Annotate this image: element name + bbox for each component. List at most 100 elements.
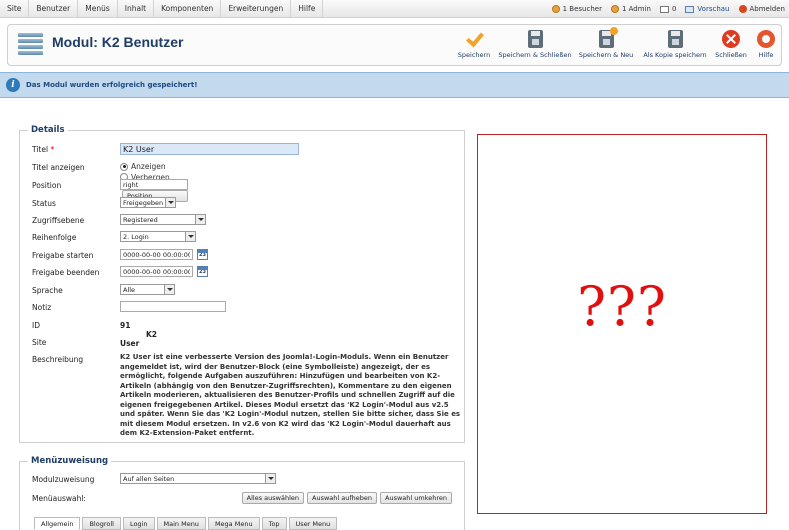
ordering-label: Reihenfolge — [32, 233, 77, 242]
floppy-plus-icon — [598, 27, 618, 48]
menu-extensions[interactable]: Erweiterungen — [221, 0, 292, 18]
status-label: Status — [32, 199, 56, 208]
preview-icon — [685, 5, 695, 13]
publish-up-input[interactable] — [120, 249, 193, 260]
menu-site[interactable]: Site — [0, 0, 30, 18]
status-select[interactable]: Freigegeben — [120, 197, 176, 208]
menu-help[interactable]: Hilfe — [291, 0, 324, 18]
save-button[interactable]: Speichern — [454, 30, 494, 62]
chevron-down-icon — [165, 198, 175, 207]
close-icon — [722, 30, 740, 48]
save-copy-button[interactable]: Als Kopie speichern — [640, 30, 710, 62]
menu-content[interactable]: Inhalt — [118, 0, 155, 18]
preview-label: Vorschau — [697, 5, 730, 13]
help-icon — [757, 30, 775, 48]
message-text: Das Modul wurden erfolgreich gespeichert… — [26, 81, 198, 89]
admins-status: 1 Admin — [610, 5, 651, 13]
help-label: Hilfe — [758, 51, 774, 59]
menu-assignment-legend: Menüzuweisung — [28, 456, 112, 466]
save-close-label: Speichern & Schließen — [498, 51, 572, 59]
note-input[interactable] — [120, 301, 226, 312]
top-menu-bar: Site Benutzer Menüs Inhalt Komponenten E… — [0, 0, 789, 18]
id-label: ID — [32, 321, 40, 330]
calendar-icon[interactable]: 23 — [197, 266, 208, 277]
description-row: Beschreibung K2 User ist eine verbessert… — [32, 353, 462, 437]
chevron-down-icon — [195, 215, 205, 224]
id-name: K2 User — [120, 330, 158, 348]
id-value: 91 — [120, 321, 131, 330]
admin-icon — [610, 5, 619, 13]
chevron-down-icon — [185, 232, 195, 241]
ordering-select[interactable]: 2. Login — [120, 231, 196, 242]
save-close-button[interactable]: Speichern & Schließen — [498, 30, 572, 62]
save-new-button[interactable]: Speichern & Neu — [578, 27, 634, 62]
tab-top[interactable]: Top — [261, 517, 287, 530]
check-icon — [465, 30, 483, 48]
floppy-copy-icon — [667, 30, 683, 48]
close-label: Schließen — [715, 51, 747, 59]
save-new-label: Speichern & Neu — [578, 51, 634, 59]
question-marks: ??? — [577, 275, 667, 338]
selection-buttons: Alles auswählen Auswahl aufheben Auswahl… — [241, 492, 452, 504]
menu-menus[interactable]: Menüs — [78, 0, 118, 18]
help-button[interactable]: Hilfe — [754, 30, 778, 62]
toolbar: Modul: K2 Benutzer Speichern Speichern &… — [7, 24, 782, 66]
menu-users[interactable]: Benutzer — [29, 0, 79, 18]
note-label: Notiz — [32, 303, 52, 312]
main-menu: Site Benutzer Menüs Inhalt Komponenten E… — [0, 0, 324, 18]
save-label: Speichern — [457, 51, 491, 59]
assignment-select[interactable]: Auf allen Seiten — [120, 473, 276, 484]
tab-mega-menu[interactable]: Mega Menu — [207, 517, 260, 530]
tab-allgemein[interactable]: Allgemein — [34, 517, 81, 530]
visitors-status: 1 Besucher — [551, 5, 602, 13]
title-label: Titel * — [32, 145, 55, 154]
publish-up-label: Freigabe starten — [32, 251, 94, 260]
tab-login[interactable]: Login — [122, 517, 155, 530]
description-text: K2 User ist eine verbesserte Version des… — [120, 353, 461, 437]
show-title-label: Titel anzeigen — [32, 163, 85, 172]
system-message: i Das Modul wurden erfolgreich gespeiche… — [0, 72, 789, 98]
admins-count: 1 Admin — [621, 5, 651, 13]
language-select[interactable]: Alle — [120, 284, 175, 295]
chevron-down-icon — [265, 474, 275, 483]
description-label: Beschreibung — [32, 355, 84, 364]
menu-components[interactable]: Komponenten — [154, 0, 222, 18]
access-label: Zugriffsebene — [32, 216, 85, 225]
preview-link[interactable]: Vorschau — [685, 5, 730, 13]
assignment-label: Modulzuweisung — [32, 475, 95, 484]
floppy-icon — [527, 30, 543, 48]
info-icon: i — [6, 78, 20, 92]
visitors-count: 1 Besucher — [562, 5, 602, 13]
title-input[interactable] — [120, 143, 299, 155]
tab-user-menu[interactable]: User Menu — [288, 517, 338, 530]
menu-tabs: Allgemein Blogroll Login Main Menu Mega … — [34, 517, 338, 530]
logout-icon — [738, 5, 747, 13]
site-label: Site — [32, 338, 47, 347]
menu-assignment-fieldset: Menüzuweisung Modulzuweisung Auf allen S… — [19, 456, 465, 530]
deselect-button[interactable]: Auswahl aufheben — [307, 492, 377, 504]
show-title-radio[interactable]: Anzeigen — [120, 162, 166, 171]
invert-selection-button[interactable]: Auswahl umkehren — [380, 492, 452, 504]
module-preview-box: ??? — [477, 134, 767, 514]
close-button[interactable]: Schließen — [714, 30, 748, 62]
visitor-icon — [551, 5, 560, 13]
logout-label: Abmelden — [749, 5, 786, 13]
mail-icon — [659, 5, 669, 13]
menu-selection-label: Menüauswahl: — [32, 494, 86, 503]
select-all-button[interactable]: Alles auswählen — [241, 492, 304, 504]
details-legend: Details — [28, 125, 68, 135]
details-fieldset: Details Titel * Titel anzeigen Anzeigen … — [19, 125, 465, 443]
messages-count: 0 — [671, 5, 677, 13]
logout-link[interactable]: Abmelden — [738, 5, 786, 13]
module-icon — [18, 33, 43, 57]
messages-status[interactable]: 0 — [659, 5, 677, 13]
publish-down-label: Freigabe beenden — [32, 268, 100, 277]
access-select[interactable]: Registered — [120, 214, 206, 225]
position-input[interactable] — [120, 179, 188, 190]
publish-down-input[interactable] — [120, 266, 193, 277]
position-label: Position — [32, 181, 62, 190]
tab-main-menu[interactable]: Main Menu — [156, 517, 206, 530]
calendar-icon[interactable]: 23 — [197, 249, 208, 260]
language-label: Sprache — [32, 286, 63, 295]
tab-blogroll[interactable]: Blogroll — [82, 517, 121, 530]
